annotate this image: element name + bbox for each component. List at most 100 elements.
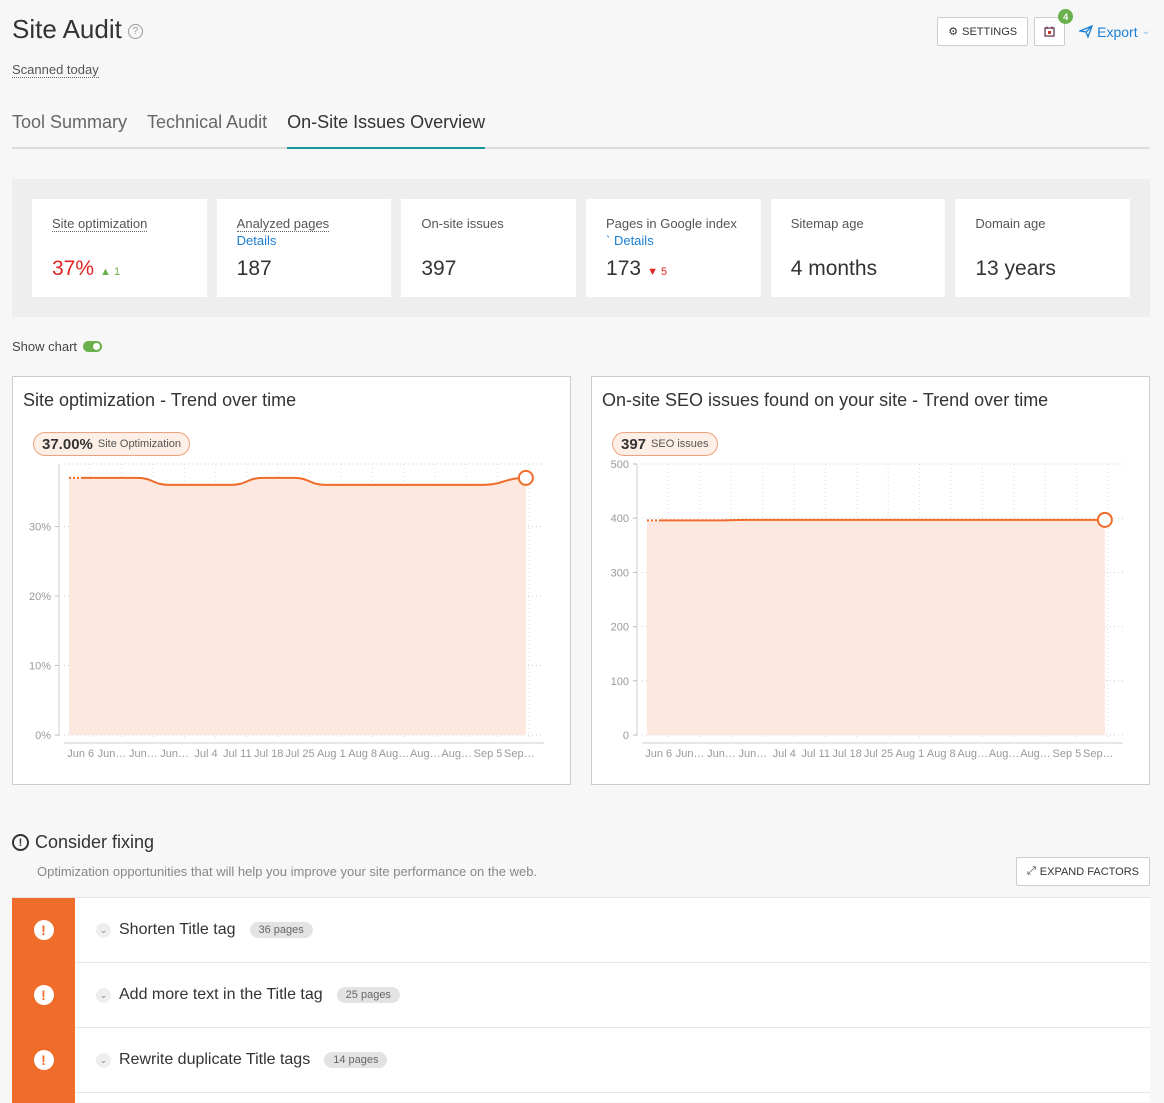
- settings-button[interactable]: ⚙ SETTINGS: [937, 17, 1028, 46]
- exclamation-icon: !: [34, 1050, 54, 1070]
- section-title: Consider fixing: [35, 832, 154, 853]
- metric-sitemap-age: Sitemap age 4 months: [771, 199, 946, 297]
- gear-icon: ⚙: [948, 25, 958, 38]
- y-tick-label: 0%: [35, 730, 51, 742]
- x-tick-label: Jul 4: [773, 748, 796, 760]
- show-chart-label: Show chart: [12, 339, 77, 354]
- chart-plot: 0%10%20%30%Jun 6Jun…Jun…Jun…Jul 4Jul 11J…: [13, 377, 572, 786]
- issue-row[interactable]: ! ⌄ Rewrite duplicate Title tags 14 page…: [12, 1027, 1150, 1092]
- x-tick-label: Jun…: [160, 748, 189, 760]
- page-title-text: Site Audit: [12, 14, 122, 45]
- x-tick-label: Sep…: [1083, 748, 1114, 760]
- y-tick-label: 20%: [29, 591, 51, 603]
- x-tick-label: Jun…: [676, 748, 705, 760]
- x-tick-label: Jun…: [129, 748, 158, 760]
- x-tick-label: Aug…: [989, 748, 1020, 760]
- section-subtitle: Optimization opportunities that will hel…: [37, 864, 537, 879]
- tab-technical-audit[interactable]: Technical Audit: [147, 108, 267, 149]
- y-tick-label: 30%: [29, 522, 51, 534]
- x-tick-label: Aug…: [379, 748, 410, 760]
- metric-on-site-issues: On-site issues 397: [401, 199, 576, 297]
- metric-label[interactable]: Analyzed pages: [237, 216, 330, 232]
- settings-label: SETTINGS: [962, 26, 1017, 38]
- calendar-button[interactable]: 4: [1034, 17, 1065, 46]
- chevron-down-icon[interactable]: ⌄: [96, 923, 111, 938]
- metric-label: Sitemap age: [791, 215, 926, 232]
- x-tick-label: Aug 1: [317, 748, 346, 760]
- export-label: Export: [1097, 24, 1137, 40]
- area-fill: [69, 478, 526, 735]
- x-tick-label: Aug…: [957, 748, 988, 760]
- pages-count-badge: 25 pages: [337, 987, 400, 1003]
- x-tick-label: Jul 25: [864, 748, 893, 760]
- y-tick-label: 0: [623, 730, 629, 742]
- metric-analyzed-pages: Analyzed pages Details 187: [217, 199, 392, 297]
- tab-tool-summary[interactable]: Tool Summary: [12, 108, 127, 149]
- x-tick-label: Sep…: [504, 748, 535, 760]
- issue-row[interactable]: ! ⌄ Shorten Title tag 36 pages: [12, 897, 1150, 962]
- x-tick-label: Jul 11: [801, 748, 830, 760]
- x-tick-label: Jul 4: [194, 748, 217, 760]
- seo-issues-chart: On-site SEO issues found on your site - …: [591, 376, 1150, 785]
- consider-fixing-heading: ! Consider fixing: [12, 832, 154, 853]
- chevron-down-icon[interactable]: ⌄: [96, 988, 111, 1003]
- x-tick-label: Aug 8: [927, 748, 956, 760]
- question-circle-icon[interactable]: ?: [128, 24, 143, 39]
- metric-value: 13 years: [975, 257, 1056, 281]
- expand-factors-button[interactable]: ⤢ EXPAND FACTORS: [1016, 857, 1150, 886]
- metric-label: Domain age: [975, 215, 1110, 232]
- metric-label: On-site issues: [421, 215, 556, 232]
- exclamation-circle-icon: !: [12, 834, 29, 851]
- delta-down: ▼ 5: [647, 266, 667, 278]
- metric-site-optimization: Site optimization 37% ▲ 1: [32, 199, 207, 297]
- metric-value: 187: [237, 257, 272, 281]
- metric-value: 4 months: [791, 257, 877, 281]
- y-tick-label: 10%: [29, 661, 51, 673]
- area-fill: [647, 520, 1105, 735]
- y-tick-label: 200: [611, 622, 629, 634]
- x-tick-label: Sep 5: [474, 748, 503, 760]
- x-tick-label: Jun 6: [67, 748, 94, 760]
- chevron-down-icon[interactable]: ⌄: [96, 1053, 111, 1068]
- tab-bar: Tool Summary Technical Audit On-Site Iss…: [12, 108, 1150, 149]
- x-tick-label: Aug 8: [348, 748, 377, 760]
- calendar-icon: [1044, 26, 1055, 37]
- show-chart-toggle[interactable]: [83, 341, 102, 352]
- details-link[interactable]: Details: [237, 233, 277, 248]
- metric-label[interactable]: Site optimization: [52, 216, 147, 232]
- y-tick-label: 300: [611, 567, 629, 579]
- exclamation-icon: !: [34, 985, 54, 1005]
- x-tick-label: Jun 6: [645, 748, 672, 760]
- export-button[interactable]: Export ⌄: [1079, 24, 1150, 40]
- x-tick-label: Aug…: [441, 748, 472, 760]
- show-chart-control: Show chart: [12, 339, 102, 354]
- x-tick-label: Jul 18: [254, 748, 283, 760]
- y-tick-label: 100: [611, 676, 629, 688]
- x-tick-label: Aug…: [410, 748, 441, 760]
- delta-up: ▲ 1: [100, 266, 120, 278]
- y-tick-label: 500: [611, 459, 629, 471]
- last-data-point: [1098, 513, 1112, 527]
- y-tick-label: 400: [611, 513, 629, 525]
- issue-row[interactable]: ! ⌄ Add more text in the Title tag 25 pa…: [12, 962, 1150, 1027]
- tab-on-site-issues-overview[interactable]: On-Site Issues Overview: [287, 108, 485, 149]
- issue-title: Shorten Title tag: [119, 921, 236, 939]
- expand-label: EXPAND FACTORS: [1040, 866, 1139, 878]
- metric-value: 397: [421, 257, 456, 281]
- x-tick-label: Jul 25: [285, 748, 314, 760]
- pages-count-badge: 36 pages: [250, 922, 313, 938]
- top-actions: ⚙ SETTINGS 4 Export ⌄: [937, 17, 1150, 46]
- chart-plot: 0100200300400500Jun 6Jun…Jun…Jun…Jul 4Ju…: [592, 377, 1151, 786]
- x-tick-label: Sep 5: [1053, 748, 1082, 760]
- x-tick-label: Aug…: [1020, 748, 1051, 760]
- metric-value: 37%: [52, 257, 94, 281]
- last-data-point: [519, 471, 533, 485]
- scanned-status[interactable]: Scanned today: [12, 62, 99, 78]
- page-title: Site Audit ?: [12, 14, 143, 45]
- pages-count-badge: 14 pages: [324, 1052, 387, 1068]
- x-tick-label: Jun…: [739, 748, 768, 760]
- metric-domain-age: Domain age 13 years: [955, 199, 1130, 297]
- issue-list: ! ⌄ Shorten Title tag 36 pages ! ⌄ Add m…: [12, 897, 1150, 1102]
- details-link[interactable]: ` Details: [606, 232, 741, 249]
- issue-title: Rewrite duplicate Title tags: [119, 1051, 310, 1069]
